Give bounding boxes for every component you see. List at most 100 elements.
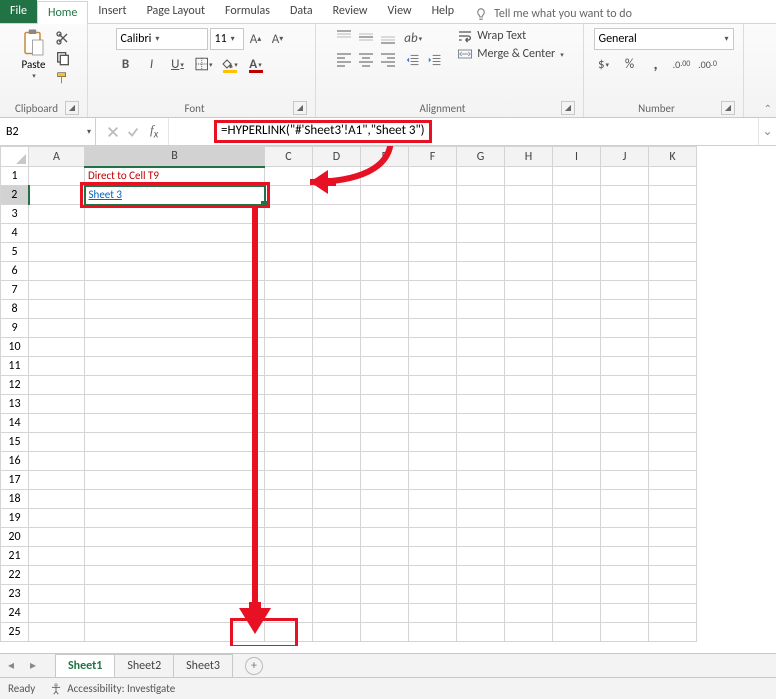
cell-H11[interactable]: [505, 357, 553, 376]
comma-format-button[interactable]: ,: [646, 54, 666, 74]
cell-B22[interactable]: [85, 566, 265, 585]
tab-review[interactable]: Review: [323, 0, 378, 23]
tab-file[interactable]: File: [0, 0, 37, 23]
cell-A19[interactable]: [29, 509, 85, 528]
cell-F14[interactable]: [409, 414, 457, 433]
align-left-icon[interactable]: [335, 50, 353, 68]
align-bottom-icon[interactable]: [379, 28, 397, 46]
cell-C4[interactable]: [265, 224, 313, 243]
cell-C16[interactable]: [265, 452, 313, 471]
underline-button[interactable]: U▾: [168, 54, 188, 74]
cell-G22[interactable]: [457, 566, 505, 585]
cell-H15[interactable]: [505, 433, 553, 452]
cell-I14[interactable]: [553, 414, 601, 433]
row-header-4[interactable]: 4: [1, 224, 29, 243]
cell-C11[interactable]: [265, 357, 313, 376]
cell-J9[interactable]: [601, 319, 649, 338]
cell-H5[interactable]: [505, 243, 553, 262]
cell-B14[interactable]: [85, 414, 265, 433]
cell-D19[interactable]: [313, 509, 361, 528]
cell-H23[interactable]: [505, 585, 553, 604]
cell-I20[interactable]: [553, 528, 601, 547]
cell-F3[interactable]: [409, 205, 457, 224]
cell-I2[interactable]: [553, 186, 601, 205]
cell-E22[interactable]: [361, 566, 409, 585]
cell-I25[interactable]: [553, 623, 601, 642]
cell-F20[interactable]: [409, 528, 457, 547]
cell-F23[interactable]: [409, 585, 457, 604]
cell-D3[interactable]: [313, 205, 361, 224]
col-header-I[interactable]: I: [553, 147, 601, 167]
cell-C25[interactable]: [265, 623, 313, 642]
cell-A13[interactable]: [29, 395, 85, 414]
cell-E7[interactable]: [361, 281, 409, 300]
cell-C9[interactable]: [265, 319, 313, 338]
cell-I19[interactable]: [553, 509, 601, 528]
cell-C5[interactable]: [265, 243, 313, 262]
clipboard-launcher[interactable]: ◢: [65, 101, 79, 115]
cell-J7[interactable]: [601, 281, 649, 300]
cell-K12[interactable]: [649, 376, 697, 395]
cell-B11[interactable]: [85, 357, 265, 376]
align-top-icon[interactable]: [335, 28, 353, 46]
cell-C3[interactable]: [265, 205, 313, 224]
cell-B1[interactable]: Direct to Cell T9: [85, 167, 265, 186]
cell-K18[interactable]: [649, 490, 697, 509]
cell-H7[interactable]: [505, 281, 553, 300]
cell-D9[interactable]: [313, 319, 361, 338]
cell-F15[interactable]: [409, 433, 457, 452]
increase-indent-button[interactable]: [425, 50, 445, 70]
cell-G7[interactable]: [457, 281, 505, 300]
cell-E10[interactable]: [361, 338, 409, 357]
cell-F25[interactable]: [409, 623, 457, 642]
cell-D22[interactable]: [313, 566, 361, 585]
cell-J16[interactable]: [601, 452, 649, 471]
cell-K14[interactable]: [649, 414, 697, 433]
cell-D14[interactable]: [313, 414, 361, 433]
cell-A1[interactable]: [29, 167, 85, 186]
cell-A22[interactable]: [29, 566, 85, 585]
cell-A10[interactable]: [29, 338, 85, 357]
cell-F13[interactable]: [409, 395, 457, 414]
cell-J22[interactable]: [601, 566, 649, 585]
cell-B10[interactable]: [85, 338, 265, 357]
cell-F11[interactable]: [409, 357, 457, 376]
cell-D12[interactable]: [313, 376, 361, 395]
copy-icon[interactable]: [55, 50, 71, 66]
cell-H12[interactable]: [505, 376, 553, 395]
cell-A15[interactable]: [29, 433, 85, 452]
cell-J21[interactable]: [601, 547, 649, 566]
cell-A16[interactable]: [29, 452, 85, 471]
cell-C17[interactable]: [265, 471, 313, 490]
cell-I4[interactable]: [553, 224, 601, 243]
cell-C24[interactable]: [265, 604, 313, 623]
cell-A7[interactable]: [29, 281, 85, 300]
cell-D21[interactable]: [313, 547, 361, 566]
font-color-button[interactable]: A▾: [246, 54, 266, 74]
row-header-12[interactable]: 12: [1, 376, 29, 395]
cell-C8[interactable]: [265, 300, 313, 319]
tab-data[interactable]: Data: [280, 0, 323, 23]
col-header-D[interactable]: D: [313, 147, 361, 167]
cell-A8[interactable]: [29, 300, 85, 319]
cell-F21[interactable]: [409, 547, 457, 566]
cell-G6[interactable]: [457, 262, 505, 281]
cell-D23[interactable]: [313, 585, 361, 604]
cell-K3[interactable]: [649, 205, 697, 224]
cell-F7[interactable]: [409, 281, 457, 300]
cell-C7[interactable]: [265, 281, 313, 300]
cell-A17[interactable]: [29, 471, 85, 490]
cancel-icon[interactable]: [106, 125, 120, 139]
cell-A23[interactable]: [29, 585, 85, 604]
cell-J24[interactable]: [601, 604, 649, 623]
sheet-tab-sheet2[interactable]: Sheet2: [114, 654, 174, 677]
cell-D15[interactable]: [313, 433, 361, 452]
row-header-24[interactable]: 24: [1, 604, 29, 623]
cell-K11[interactable]: [649, 357, 697, 376]
row-header-1[interactable]: 1: [1, 167, 29, 186]
cell-K22[interactable]: [649, 566, 697, 585]
cell-E14[interactable]: [361, 414, 409, 433]
col-header-B[interactable]: B: [85, 147, 265, 167]
cell-K7[interactable]: [649, 281, 697, 300]
cell-E21[interactable]: [361, 547, 409, 566]
